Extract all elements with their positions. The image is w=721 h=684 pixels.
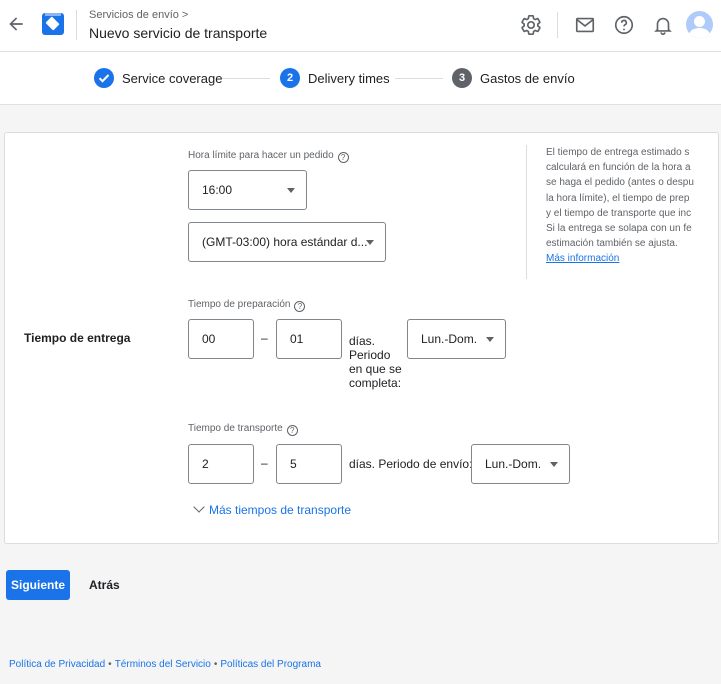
transit-label-text: Tiempo de transporte xyxy=(188,423,283,434)
prep-days-select[interactable]: Lun.-Dom. xyxy=(407,319,506,359)
transit-min-input[interactable]: 2 xyxy=(188,444,254,484)
back-button[interactable]: Atrás xyxy=(89,578,120,592)
help-text-line: la hora límite), el tiempo de prep xyxy=(546,192,690,204)
chevron-right-icon: > xyxy=(181,9,189,21)
step-service-coverage[interactable]: Service coverage xyxy=(122,71,222,86)
footer-links: Política de Privacidad • Términos del Serv… xyxy=(9,659,321,670)
prep-suffix-line: días. xyxy=(349,334,376,348)
learn-more-link[interactable]: Más información xyxy=(546,251,716,266)
transit-days-select[interactable]: Lun.-Dom. xyxy=(471,444,570,484)
check-icon xyxy=(94,68,114,88)
prep-suffix-line: Periodo xyxy=(349,348,391,362)
merchant-center-logo-icon xyxy=(42,13,64,35)
delivery-time-card: Tiempo de entrega Hora límite para hacer… xyxy=(4,132,719,544)
help-text-line: estimación también se ajusta. xyxy=(546,238,678,250)
page-title: Nuevo servicio de transporte xyxy=(89,25,268,41)
help-circle-icon[interactable]: ? xyxy=(337,152,349,163)
footer-link-terms[interactable]: Términos del Servicio xyxy=(115,659,211,670)
help-panel: El tiempo de entrega estimado s calcular… xyxy=(526,145,716,279)
breadcrumb-label[interactable]: Servicios de envío xyxy=(89,9,179,21)
timezone-select[interactable]: (GMT-03:00) hora estándar d... xyxy=(188,222,386,262)
header-divider xyxy=(557,12,558,38)
transit-suffix: días. Periodo de envío: xyxy=(349,457,473,471)
step-number-badge: 2 xyxy=(280,68,300,88)
help-text-line: Si la entrega se solapa con un fe xyxy=(546,223,692,235)
help-text-line: se haga el pedido (antes o despu xyxy=(546,177,694,189)
avatar[interactable] xyxy=(686,11,713,38)
footer-separator: • xyxy=(108,659,112,670)
prep-suffix: días. Periodo en que se completa: xyxy=(349,334,402,390)
range-dash: – xyxy=(261,456,268,470)
back-arrow-icon[interactable] xyxy=(6,14,26,36)
gear-icon[interactable] xyxy=(520,14,542,36)
prep-label-text: Tiempo de preparación xyxy=(188,299,291,310)
help-icon[interactable] xyxy=(613,14,635,36)
dropdown-caret-icon xyxy=(486,337,494,342)
prep-suffix-line: en que se xyxy=(349,362,402,376)
prep-suffix-line: completa: xyxy=(349,376,402,390)
mail-icon[interactable] xyxy=(574,14,596,36)
next-button[interactable]: Siguiente xyxy=(6,570,70,600)
breadcrumb[interactable]: Servicios de envío > xyxy=(89,9,188,21)
stepper: Service coverage 2 Delivery times 3 Gast… xyxy=(0,52,721,105)
dropdown-caret-icon xyxy=(287,188,295,193)
help-circle-icon[interactable]: ? xyxy=(294,301,306,312)
more-transit-times-link[interactable]: Más tiempos de transporte xyxy=(193,501,352,517)
prep-min-input[interactable]: 00 xyxy=(188,319,254,359)
chevron-down-icon xyxy=(193,501,205,513)
timezone-value: (GMT-03:00) hora estándar d... xyxy=(202,235,368,249)
prep-days-value: Lun.-Dom. xyxy=(421,332,478,346)
cutoff-label: Hora límite para hacer un pedido? xyxy=(188,150,349,163)
header-divider xyxy=(76,10,77,40)
top-bar: Servicios de envío > Nuevo servicio de tr… xyxy=(0,0,721,52)
dropdown-caret-icon xyxy=(366,240,374,245)
help-circle-icon[interactable]: ? xyxy=(286,425,298,436)
step-shipping-costs[interactable]: Gastos de envío xyxy=(480,71,575,86)
footer-link-policies[interactable]: Políticas del Programa xyxy=(220,659,321,670)
prep-label: Tiempo de preparación? xyxy=(188,299,306,312)
step-connector xyxy=(395,78,443,79)
transit-label: Tiempo de transporte? xyxy=(188,423,298,436)
step-delivery-times[interactable]: Delivery times xyxy=(308,71,390,86)
cutoff-label-text: Hora límite para hacer un pedido xyxy=(188,150,334,161)
help-text-line: El tiempo de entrega estimado s xyxy=(546,147,690,158)
footer-link-privacy[interactable]: Política de Privacidad xyxy=(9,659,105,670)
section-title: Tiempo de entrega xyxy=(24,331,131,345)
help-text-line: calculará en función de la hora a xyxy=(546,162,691,174)
cutoff-time-select[interactable]: 16:00 xyxy=(188,170,307,210)
cutoff-time-value: 16:00 xyxy=(202,183,233,197)
prep-max-input[interactable]: 01 xyxy=(276,319,342,359)
more-transit-times-label: Más tiempos de transporte xyxy=(209,503,352,517)
transit-days-value: Lun.-Dom. xyxy=(485,457,542,471)
dropdown-caret-icon xyxy=(550,462,558,467)
help-text-line: y el tiempo de transporte que inc xyxy=(546,207,692,219)
range-dash: – xyxy=(261,331,268,345)
footer-separator: • xyxy=(213,659,218,670)
transit-max-input[interactable]: 5 xyxy=(276,444,342,484)
step-connector xyxy=(222,78,270,79)
step-number-badge: 3 xyxy=(452,68,472,88)
notification-bell-icon[interactable] xyxy=(652,14,674,36)
